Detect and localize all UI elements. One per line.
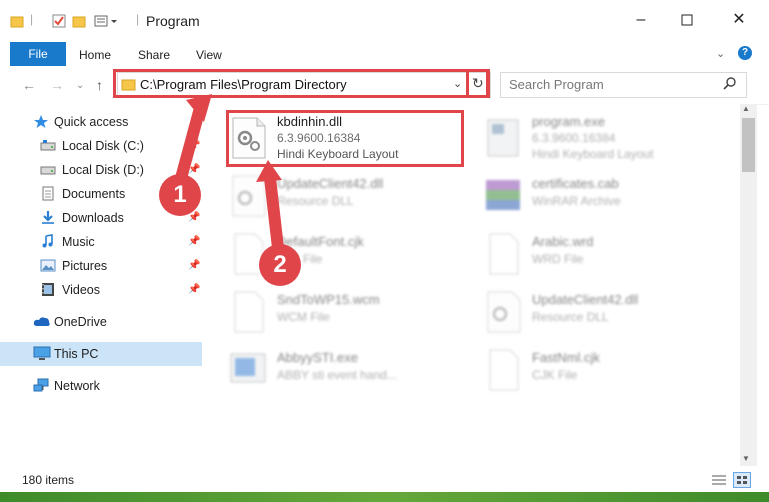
step-arrows	[174, 94, 284, 254]
step-1-badge: 1	[159, 174, 201, 216]
explorer-window: | | Program – ✕ Home Share View ⌄ ? File…	[0, 0, 769, 502]
step-2-badge: 2	[259, 244, 301, 286]
desktop-background	[0, 492, 769, 502]
